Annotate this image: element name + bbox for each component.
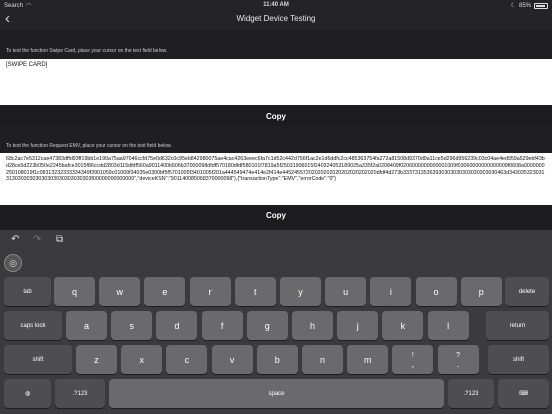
swipe-card-field[interactable]: [SWIPE CARD] — [0, 59, 552, 105]
key-k[interactable]: k — [382, 311, 424, 340]
key-i[interactable]: i — [370, 277, 412, 306]
tab-key[interactable]: tab — [4, 277, 51, 306]
numbers-key-right[interactable]: .?123 — [448, 379, 494, 408]
keyboard-extension-icon[interactable]: ◎ — [4, 254, 22, 272]
copy-swipe-button[interactable]: Copy — [0, 106, 552, 126]
key-w[interactable]: w — [99, 277, 141, 306]
key-l[interactable]: l — [427, 311, 469, 340]
key-z[interactable]: z — [76, 345, 117, 374]
key-bottom-symbol: . — [456, 358, 460, 369]
key-o[interactable]: o — [415, 277, 457, 306]
paste-icon[interactable]: ⧉ — [56, 234, 63, 245]
space-bar[interactable]: space — [109, 379, 444, 408]
key-p[interactable]: p — [460, 277, 502, 306]
shift-right-key[interactable]: shift — [488, 345, 549, 374]
key-bottom-symbol: , — [411, 358, 415, 369]
key-q[interactable]: q — [54, 277, 95, 306]
key-h[interactable]: h — [292, 311, 333, 340]
key-x[interactable]: x — [121, 345, 163, 374]
status-time: 11:40 AM — [263, 2, 289, 8]
delete-key[interactable]: delete — [505, 277, 549, 306]
battery-percent: 85% — [518, 2, 531, 9]
key-c[interactable]: c — [166, 345, 208, 374]
copy-emv-button[interactable]: Copy — [0, 205, 552, 225]
globe-icon[interactable]: ◍ — [4, 379, 51, 408]
key-a[interactable]: a — [66, 311, 107, 340]
swipe-instruction: To test the function Swipe Card, place y… — [6, 48, 168, 54]
status-bar: Search ◠ 11:40 AM ☾ 85% — [0, 0, 552, 10]
keyboard: ↶ ↷ ⧉ ◎ tab q w e r t y u i o p delete caps lock a s d f… — [0, 230, 552, 414]
key-n[interactable]: n — [302, 345, 343, 374]
moon-icon: ☾ — [510, 3, 516, 9]
emv-instruction: To test the function Request EMV, place … — [6, 143, 172, 149]
numbers-key-left[interactable]: .?123 — [55, 379, 105, 408]
key-m[interactable]: m — [347, 345, 389, 374]
key-s[interactable]: s — [111, 311, 153, 340]
navigation-bar: ‹ Widget Device Testing — [0, 10, 552, 30]
key-j[interactable]: j — [337, 311, 379, 340]
key-d[interactable]: d — [156, 311, 198, 340]
return-key[interactable]: return — [486, 311, 549, 340]
redo-icon[interactable]: ↷ — [33, 234, 41, 245]
key-r[interactable]: r — [189, 277, 231, 306]
emv-field[interactable]: 68c2ac7e5312cae47383dffd93ff19bb1e190a75… — [0, 153, 552, 206]
key-u[interactable]: u — [325, 277, 367, 306]
key-g[interactable]: g — [246, 311, 288, 340]
key-question-period[interactable]: ?. — [437, 345, 479, 374]
key-f[interactable]: f — [201, 311, 243, 340]
undo-icon[interactable]: ↶ — [11, 234, 19, 245]
key-b[interactable]: b — [256, 345, 298, 374]
caps-lock-key[interactable]: caps lock — [4, 311, 62, 340]
key-exclam-comma[interactable]: !, — [392, 345, 434, 374]
shift-left-key[interactable]: shift — [4, 345, 72, 374]
key-y[interactable]: y — [280, 277, 321, 306]
key-e[interactable]: e — [144, 277, 186, 306]
keyboard-toolbar: ↶ ↷ ⧉ — [0, 230, 552, 250]
keyboard-dismiss-icon[interactable]: ⌨ — [498, 379, 549, 408]
key-v[interactable]: v — [211, 345, 253, 374]
page-title: Widget Device Testing — [236, 14, 316, 23]
battery-icon — [534, 2, 548, 9]
key-t[interactable]: t — [234, 277, 276, 306]
